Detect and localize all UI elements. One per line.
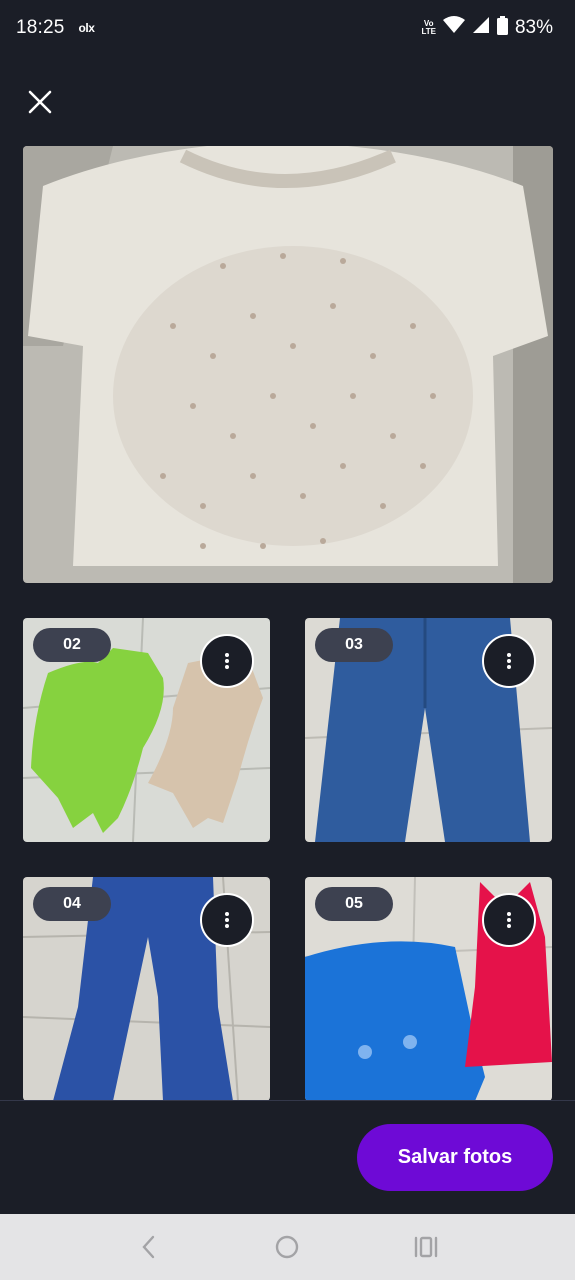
photo-options-button[interactable]	[482, 893, 536, 947]
photo-options-button[interactable]	[200, 893, 254, 947]
nav-back-button[interactable]	[129, 1227, 169, 1267]
close-button[interactable]	[22, 84, 58, 120]
battery-percent: 83%	[514, 17, 553, 38]
olx-notification-icon: olx	[78, 21, 95, 35]
main-photo[interactable]	[23, 146, 553, 583]
more-vert-icon	[225, 912, 229, 928]
status-bar: 18:25 olx Vo LTE 83%	[0, 0, 575, 56]
back-icon	[142, 1235, 155, 1259]
thumb-photo-05[interactable]: 05	[305, 877, 552, 1101]
photo-number-badge: 02	[33, 628, 111, 662]
save-photos-button[interactable]: Salvar fotos	[357, 1124, 553, 1191]
home-icon	[276, 1235, 299, 1259]
signal-icon	[472, 16, 490, 40]
photo-number-badge: 03	[315, 628, 393, 662]
more-vert-icon	[507, 653, 511, 669]
clock: 18:25	[16, 17, 65, 38]
photo-white-blouse	[23, 146, 553, 583]
status-right: Vo LTE 83%	[421, 15, 553, 41]
photo-options-button[interactable]	[482, 634, 536, 688]
photo-options-button[interactable]	[200, 634, 254, 688]
thumb-photo-03[interactable]: 03	[305, 618, 552, 842]
more-vert-icon	[225, 653, 229, 669]
close-icon	[28, 90, 52, 114]
photo-number-badge: 04	[33, 887, 111, 921]
wifi-icon	[442, 16, 465, 40]
recents-icon	[414, 1236, 438, 1258]
volte-icon: Vo LTE	[421, 19, 436, 36]
nav-recents-button[interactable]	[406, 1227, 446, 1267]
status-left: 18:25 olx	[16, 17, 95, 39]
thumb-photo-04[interactable]: 04	[23, 877, 270, 1101]
photo-number-badge: 05	[315, 887, 393, 921]
thumb-photo-02[interactable]: 02	[23, 618, 270, 842]
more-vert-icon	[507, 912, 511, 928]
battery-icon	[496, 15, 508, 41]
nav-home-button[interactable]	[267, 1227, 307, 1267]
system-nav-bar	[0, 1214, 575, 1280]
